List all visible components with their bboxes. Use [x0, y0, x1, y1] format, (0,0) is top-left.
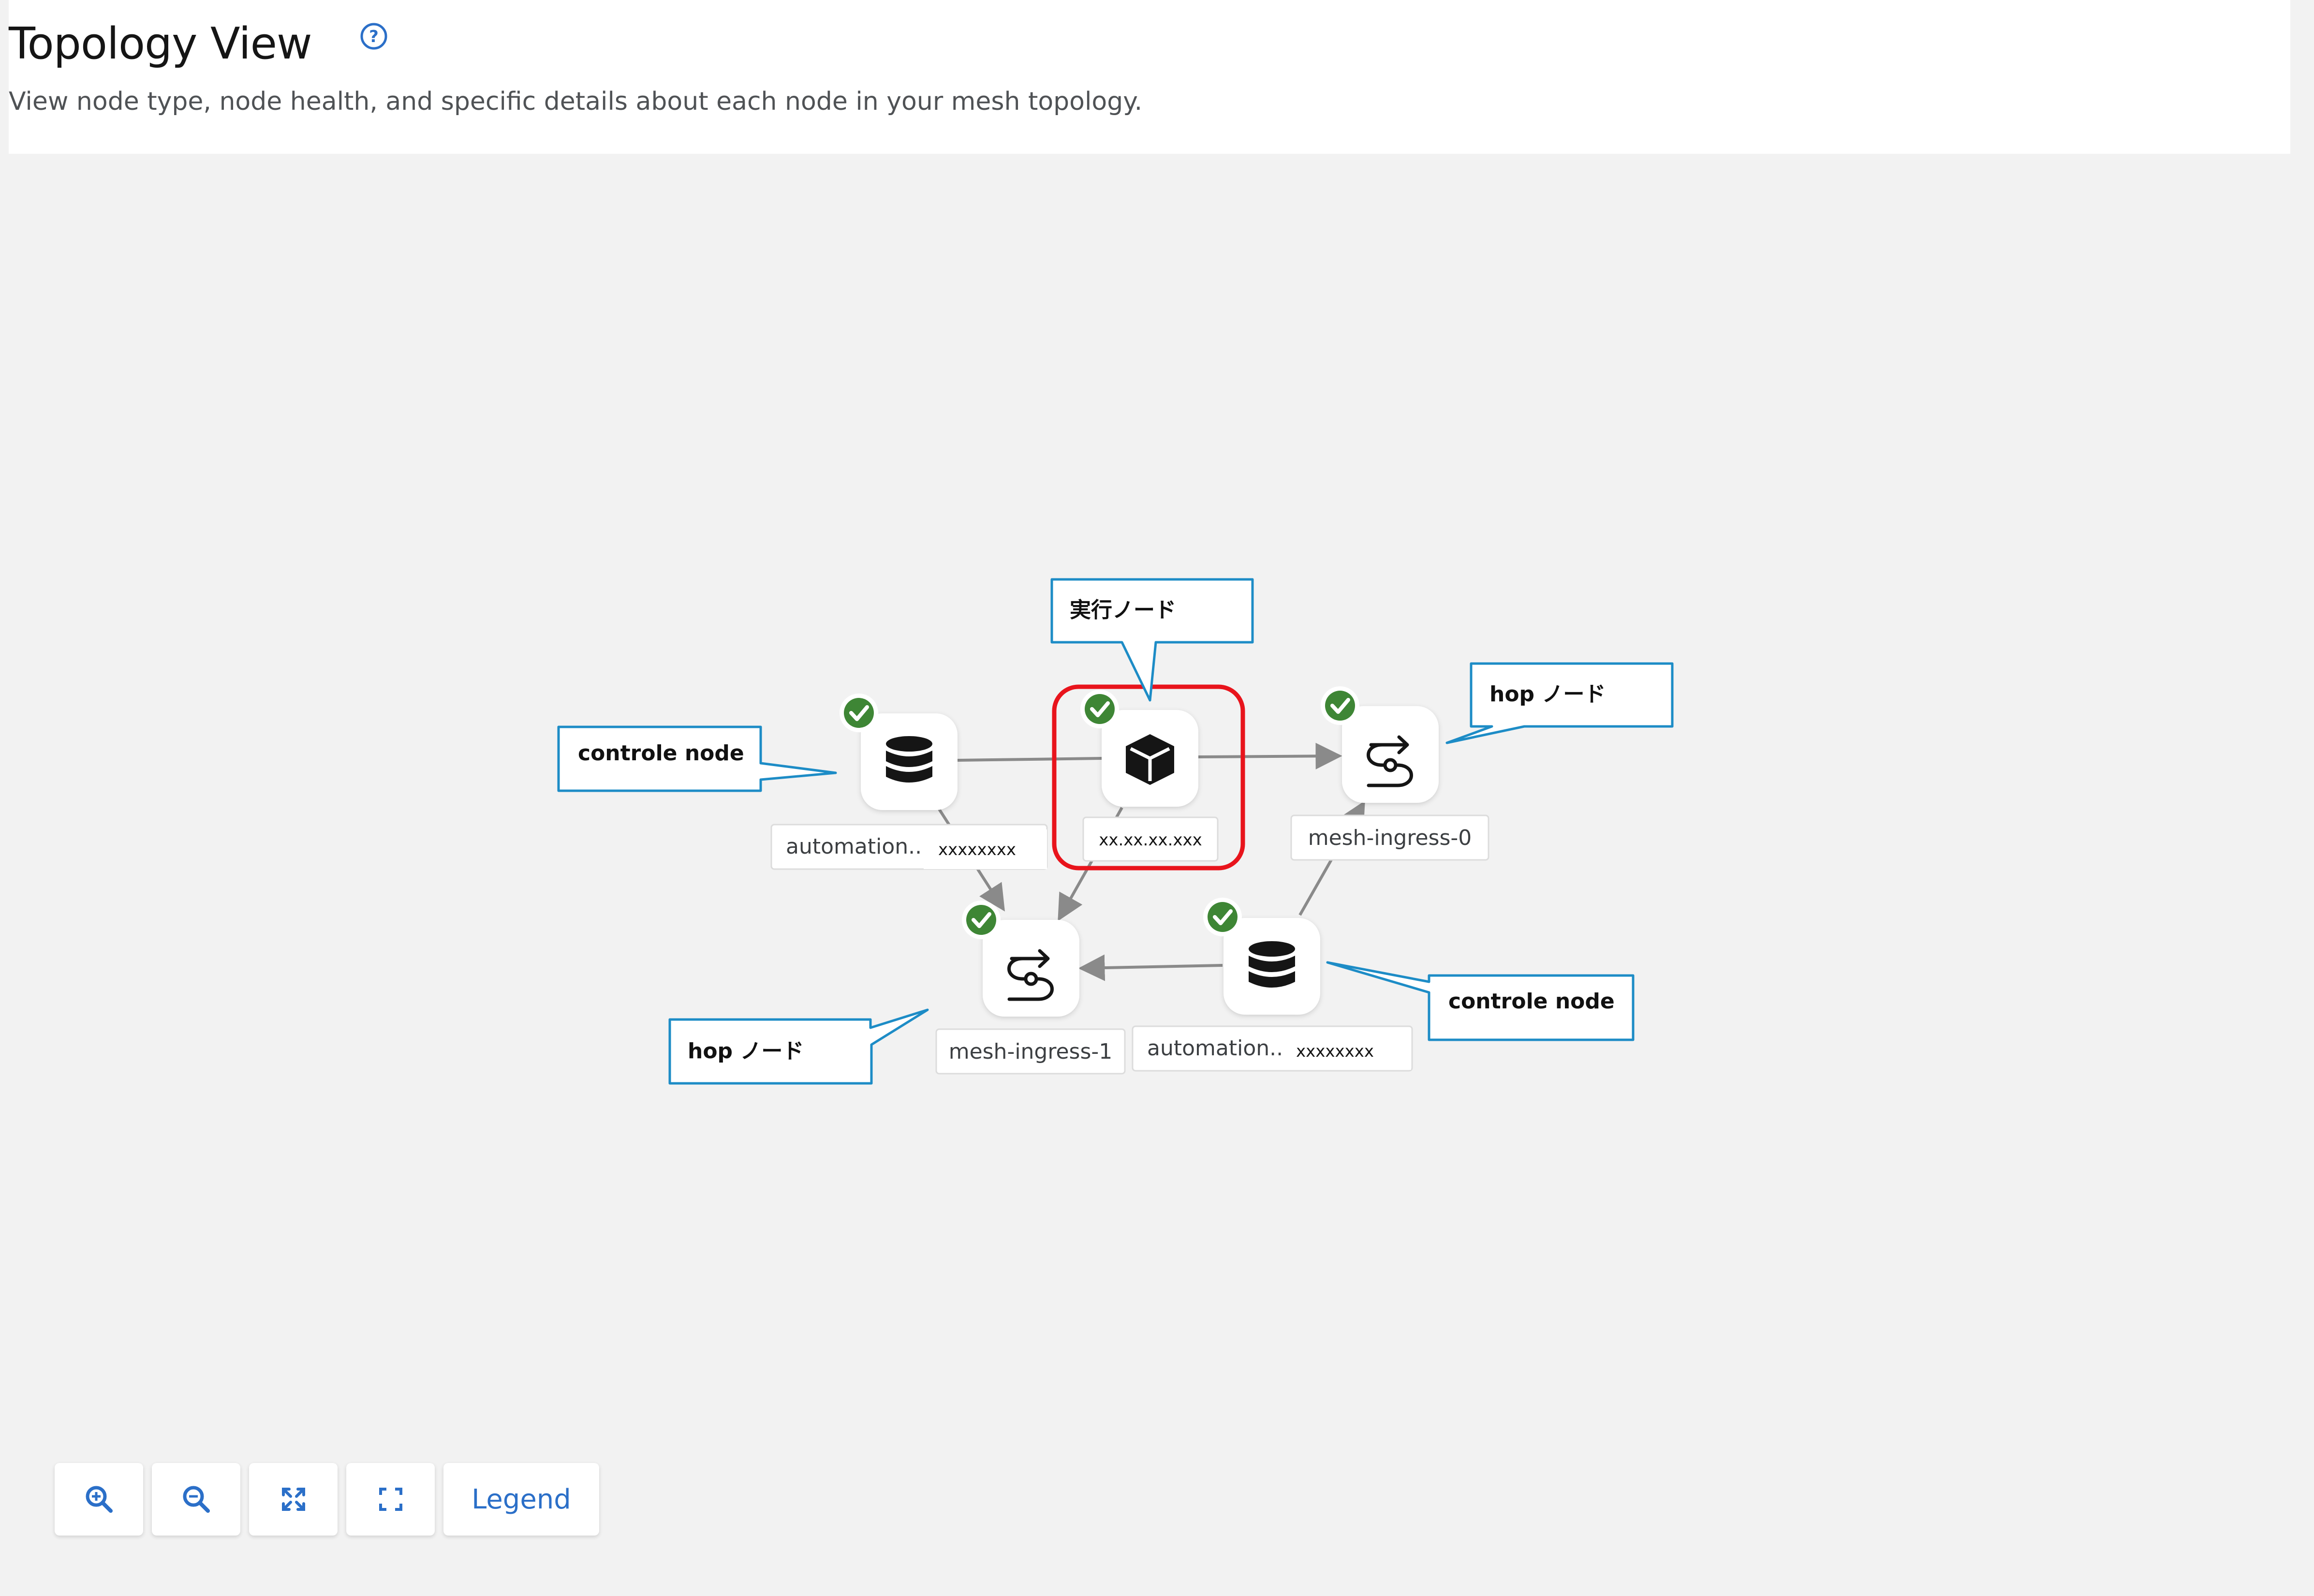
node-label: mesh-ingress-0 — [1308, 826, 1472, 850]
database-icon — [1249, 941, 1295, 988]
database-icon — [886, 736, 932, 783]
topology-graph: automation... xxxxxxxx xx.xx.xx.xxx mesh… — [557, 578, 1674, 1085]
expand-icon — [379, 1488, 402, 1511]
node-label: automation... — [1147, 1036, 1290, 1061]
fit-to-screen-button[interactable] — [249, 1463, 338, 1536]
zoom-in-icon — [86, 1486, 113, 1513]
node-hop-1[interactable]: mesh-ingress-1 — [935, 901, 1126, 1075]
status-ok-icon — [1203, 898, 1242, 936]
node-sublabel: xxxxxxxx — [1296, 1042, 1374, 1061]
node-control-2[interactable]: automation... xxxxxxxx — [1132, 898, 1413, 1072]
edge-control1-execution — [957, 757, 1102, 762]
status-ok-icon — [840, 694, 878, 732]
node-label: mesh-ingress-1 — [949, 1039, 1113, 1064]
edge-control2-hop1 — [1078, 954, 1223, 981]
status-ok-icon — [1321, 686, 1359, 725]
callout-label: 実行ノード — [1070, 598, 1176, 622]
callout-label: controle node — [578, 741, 744, 766]
callout-label: controle node — [1448, 989, 1615, 1014]
callout-control-node-left: controle node — [557, 725, 837, 792]
node-control-1[interactable]: automation... xxxxxxxx — [770, 694, 1048, 870]
fit-to-screen-icon — [281, 1488, 305, 1511]
node-label: automation... — [786, 834, 929, 859]
zoom-in-button[interactable] — [55, 1463, 143, 1536]
callout-label: hop ノード — [1489, 682, 1606, 707]
edge-execution-hop0 — [1197, 742, 1342, 769]
node-execution[interactable]: xx.xx.xx.xxx — [1080, 690, 1219, 862]
node-sublabel: xxxxxxxx — [938, 840, 1016, 859]
callout-hop-node-top: hop ノード — [1445, 662, 1674, 744]
node-hop-0[interactable]: mesh-ingress-0 — [1290, 686, 1489, 861]
callout-hop-node-bottom: hop ノード — [668, 1008, 929, 1085]
zoom-out-button[interactable] — [152, 1463, 240, 1536]
status-ok-icon — [1080, 690, 1119, 728]
legend-button[interactable]: Legend — [443, 1463, 599, 1536]
node-label: xx.xx.xx.xxx — [1099, 830, 1202, 850]
callout-execution-node: 実行ノード — [1050, 578, 1254, 702]
callout-label: hop ノード — [688, 1039, 804, 1064]
zoom-out-icon — [183, 1486, 210, 1513]
reset-view-button[interactable] — [346, 1463, 435, 1536]
status-ok-icon — [962, 901, 1001, 939]
